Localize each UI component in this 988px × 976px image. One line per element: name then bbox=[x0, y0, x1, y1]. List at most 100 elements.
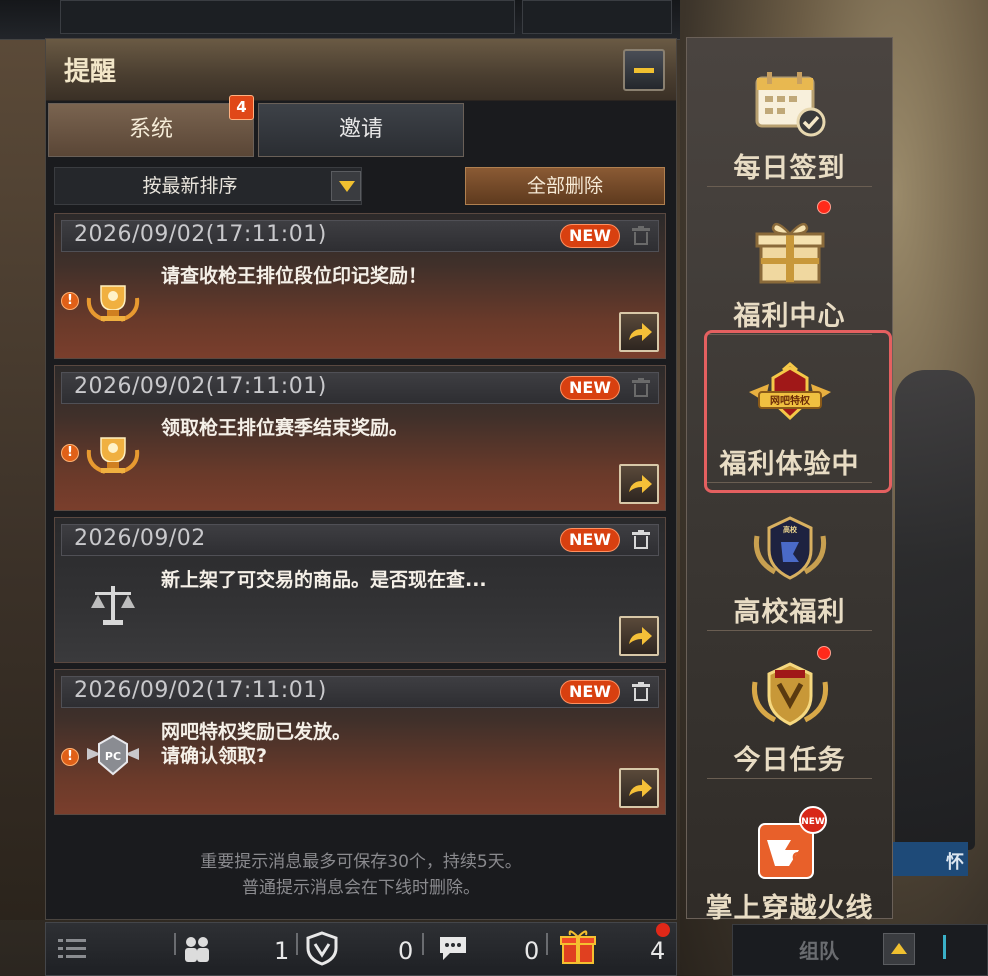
message-text: 网吧特权奖励已发放。 请确认领取? bbox=[161, 721, 352, 767]
separator bbox=[422, 933, 424, 955]
message-card: 2026/09/02 NEW 新上架了可交易的商品。是否现在查... bbox=[54, 517, 666, 663]
message-date: 2026/09/02(17:11:01) bbox=[74, 222, 327, 247]
alert-icon: ! bbox=[61, 748, 79, 766]
trash-icon[interactable] bbox=[632, 530, 650, 550]
message-card: 2026/09/02(17:11:01) NEW ! 请查收枪王排位段位印记奖励… bbox=[54, 213, 666, 359]
chat-count: 0 bbox=[524, 937, 540, 965]
highlight-frame bbox=[704, 330, 892, 493]
team-expand-button[interactable] bbox=[883, 933, 915, 965]
trash-icon[interactable] bbox=[632, 378, 650, 398]
trophy-icon bbox=[86, 437, 140, 474]
sidebar-item-daily-tasks[interactable]: 今日任务 bbox=[687, 632, 892, 780]
delete-all-button[interactable]: 全部删除 bbox=[465, 167, 665, 205]
scales-icon bbox=[91, 586, 135, 625]
sidebar-item-label: 今日任务 bbox=[733, 745, 846, 776]
gift-box-icon[interactable] bbox=[558, 927, 598, 976]
friends-icon[interactable] bbox=[182, 935, 212, 976]
message-header: 2026/09/02 NEW bbox=[61, 524, 659, 556]
cf-mobile-app-icon: CF NEW bbox=[758, 806, 827, 879]
gift-icon bbox=[755, 222, 825, 284]
panel-header: 提醒 bbox=[46, 39, 676, 101]
background-scene bbox=[0, 40, 46, 920]
new-badge: NEW bbox=[560, 680, 620, 704]
new-badge: NEW bbox=[560, 376, 620, 400]
calendar-check-icon bbox=[755, 72, 826, 137]
sort-dropdown-value: 按最新排序 bbox=[142, 175, 238, 197]
arrow-right-icon bbox=[629, 779, 652, 797]
minus-icon bbox=[634, 68, 654, 73]
strip-text: 怀 bbox=[946, 852, 964, 873]
tab-system[interactable]: 系统 bbox=[48, 103, 254, 157]
top-bar-background bbox=[0, 0, 680, 40]
message-date: 2026/09/02(17:11:01) bbox=[74, 678, 327, 703]
trash-icon[interactable] bbox=[632, 226, 650, 246]
notification-panel: 提醒 系统 4 邀请 按最新排序 全部删除 2026/09/02(17:11:0… bbox=[45, 38, 677, 920]
sidebar-item-label: 每日签到 bbox=[733, 153, 846, 184]
sidebar-item-label: 掌上穿越火线 bbox=[705, 893, 874, 924]
soldier-figure bbox=[895, 370, 975, 850]
sort-dropdown[interactable]: 按最新排序 bbox=[54, 167, 362, 205]
alert-icon: ! bbox=[61, 292, 79, 310]
college-emblem-icon: 高校 bbox=[753, 516, 827, 580]
sidebar-item-daily-checkin[interactable]: 每日签到 bbox=[687, 40, 892, 188]
footer-note-line: 重要提示消息最多可保存30个，持续5天。 bbox=[200, 852, 522, 872]
background-strip: 怀 bbox=[890, 842, 968, 876]
dropdown-arrow-icon[interactable] bbox=[331, 171, 361, 201]
go-arrow-button[interactable] bbox=[619, 312, 659, 352]
weapon-slot bbox=[60, 0, 515, 34]
alert-icon: ! bbox=[61, 444, 79, 462]
footer-note: 重要提示消息最多可保存30个，持续5天。 普通提示消息会在下线时删除。 bbox=[46, 849, 676, 901]
gift-count: 4 bbox=[650, 937, 666, 965]
list-menu-icon[interactable] bbox=[58, 937, 88, 976]
svg-text:PC: PC bbox=[105, 750, 121, 763]
new-badge: NEW bbox=[560, 528, 620, 552]
trash-icon[interactable] bbox=[632, 682, 650, 702]
svg-text:NEW: NEW bbox=[801, 817, 825, 827]
divider bbox=[707, 186, 872, 187]
friends-count: 1 bbox=[274, 937, 290, 965]
separator bbox=[546, 933, 548, 955]
message-text: 领取枪王排位赛季结束奖励。 bbox=[161, 417, 409, 439]
go-arrow-button[interactable] bbox=[619, 768, 659, 808]
footer-note-line: 普通提示消息会在下线时删除。 bbox=[242, 878, 480, 898]
arrow-right-icon bbox=[629, 627, 652, 645]
minimize-button[interactable] bbox=[623, 49, 665, 91]
clan-shield-icon[interactable] bbox=[306, 931, 338, 976]
message-text: 新上架了可交易的商品。是否现在查... bbox=[161, 569, 487, 591]
divider bbox=[707, 778, 872, 779]
divider bbox=[707, 630, 872, 631]
svg-text:高校: 高校 bbox=[783, 525, 798, 534]
go-arrow-button[interactable] bbox=[619, 616, 659, 656]
team-indicator bbox=[943, 935, 946, 959]
sidebar-item-label: 高校福利 bbox=[733, 597, 846, 628]
message-card: 2026/09/02(17:11:01) NEW ! PC 网吧特权奖励已发放。… bbox=[54, 669, 666, 815]
team-label: 组队 bbox=[799, 939, 839, 963]
trophy-icon bbox=[86, 285, 140, 322]
panel-title: 提醒 bbox=[64, 57, 117, 87]
separator bbox=[296, 933, 298, 955]
svg-text:CF: CF bbox=[792, 851, 810, 866]
sidebar-item-college-welfare[interactable]: 高校 高校福利 bbox=[687, 484, 892, 632]
notification-dot bbox=[817, 200, 831, 214]
message-date: 2026/09/02 bbox=[74, 526, 206, 551]
go-arrow-button[interactable] bbox=[619, 464, 659, 504]
bottom-bar: 1 0 0 4 bbox=[45, 922, 677, 976]
message-header: 2026/09/02(17:11:01) NEW bbox=[61, 676, 659, 708]
tab-badge-count: 4 bbox=[229, 95, 254, 120]
sidebar-item-welfare-center[interactable]: 福利中心 bbox=[687, 188, 892, 336]
chat-bubble-icon[interactable] bbox=[436, 933, 470, 976]
sidebar-item-cf-mobile[interactable]: CF NEW 掌上穿越火线 bbox=[687, 780, 892, 928]
message-header: 2026/09/02(17:11:01) NEW bbox=[61, 372, 659, 404]
message-header: 2026/09/02(17:11:01) NEW bbox=[61, 220, 659, 252]
team-bar: 组队 bbox=[732, 924, 988, 976]
new-badge: NEW bbox=[560, 224, 620, 248]
arrow-right-icon bbox=[629, 475, 652, 493]
message-text: 请查收枪王排位段位印记奖励！ bbox=[161, 265, 428, 287]
notification-dot bbox=[656, 923, 670, 937]
tab-invite[interactable]: 邀请 bbox=[258, 103, 464, 157]
sidebar-item-label: 福利中心 bbox=[733, 301, 846, 332]
arrow-right-icon bbox=[629, 323, 652, 341]
message-date: 2026/09/02(17:11:01) bbox=[74, 374, 327, 399]
notification-dot bbox=[817, 646, 831, 660]
mission-emblem-icon bbox=[751, 662, 829, 726]
